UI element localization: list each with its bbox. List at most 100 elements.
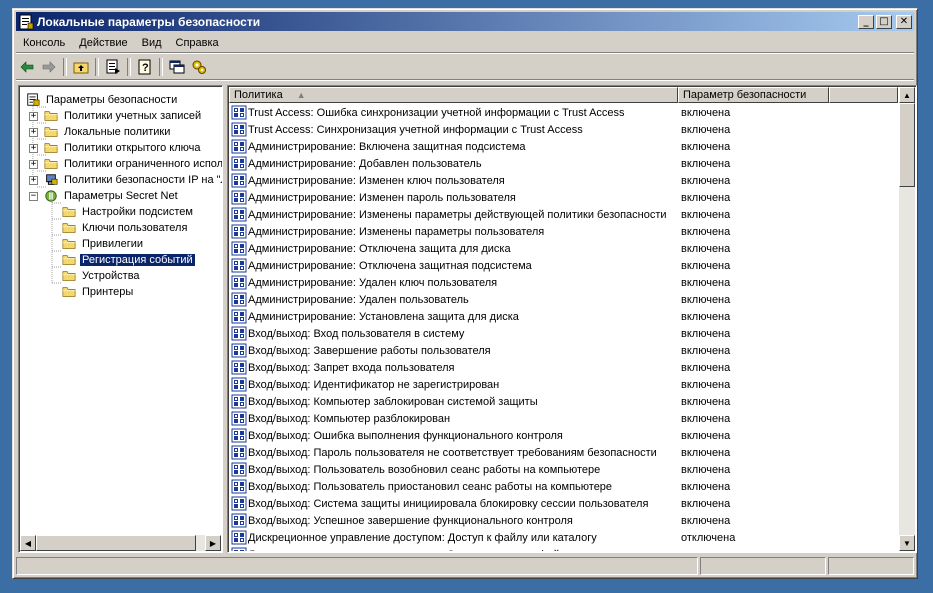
- policy-name: Администрирование: Удален ключ пользоват…: [248, 276, 498, 289]
- policy-row[interactable]: Дискреционное управление доступом: Досту…: [229, 529, 898, 546]
- maximize-button[interactable]: □: [876, 14, 892, 29]
- policy-row[interactable]: Вход/выход: Пользователь возобновил сеан…: [229, 461, 898, 478]
- sort-ascending-icon: ▲: [296, 90, 306, 100]
- policy-row[interactable]: Администрирование: Отключена защитная по…: [229, 257, 898, 274]
- scroll-down-button[interactable]: ▼: [899, 535, 915, 551]
- minimize-button[interactable]: _: [858, 14, 874, 29]
- column-header-policy[interactable]: Политика ▲: [229, 87, 678, 103]
- policy-icon: [231, 445, 247, 460]
- policy-row[interactable]: Администрирование: Изменены параметры по…: [229, 223, 898, 240]
- scroll-thumb[interactable]: [36, 535, 196, 551]
- policy-row[interactable]: Вход/выход: Компьютер заблокирован систе…: [229, 393, 898, 410]
- new-window-button[interactable]: [166, 56, 188, 78]
- policy-row[interactable]: Вход/выход: Идентификатор не зарегистрир…: [229, 376, 898, 393]
- menu-bar: Консоль Действие Вид Справка: [16, 33, 914, 53]
- up-folder-button[interactable]: [70, 56, 92, 78]
- toolbar-separator: [127, 58, 131, 76]
- title-bar[interactable]: Локальные параметры безопасности _ □ ✕: [16, 12, 914, 31]
- toolbar-separator: [95, 58, 99, 76]
- menu-action[interactable]: Действие: [72, 35, 134, 51]
- tree-item[interactable]: Параметры безопасности: [25, 92, 179, 108]
- column-header-label: Политика: [234, 89, 283, 101]
- policy-setting: включена: [681, 310, 731, 323]
- tree-item[interactable]: Политики ограниченного испол: [43, 156, 222, 172]
- policy-row[interactable]: Администрирование: Удален пользователь вк…: [229, 291, 898, 308]
- policy-row[interactable]: Вход/выход: Компьютер разблокирован включ…: [229, 410, 898, 427]
- console-tree[interactable]: Параметры безопасности Политики учетных з…: [18, 85, 223, 553]
- tree-item[interactable]: Локальные политики: [43, 124, 172, 140]
- tree-horizontal-scrollbar[interactable]: ◀ ▶: [20, 535, 221, 551]
- expand-icon[interactable]: +: [29, 160, 38, 169]
- scroll-thumb[interactable]: [899, 103, 915, 187]
- tree-item-label: Параметры безопасности: [46, 94, 178, 106]
- column-header-setting[interactable]: Параметр безопасности: [678, 87, 829, 103]
- properties-button[interactable]: [188, 56, 210, 78]
- policy-icon: [231, 190, 247, 205]
- details-list[interactable]: Политика ▲ Параметр безопасности Trust A…: [227, 85, 917, 553]
- menu-view[interactable]: Вид: [135, 35, 169, 51]
- help-button[interactable]: ?: [134, 56, 156, 78]
- policy-row[interactable]: Вход/выход: Завершение работы пользовате…: [229, 342, 898, 359]
- tree-item[interactable]: Настройки подсистем: [61, 204, 195, 220]
- expand-icon[interactable]: +: [29, 128, 38, 137]
- policy-row[interactable]: Trust Access: Синхронизация учетной инфо…: [229, 121, 898, 138]
- tree-item[interactable]: Принтеры: [61, 284, 135, 300]
- menu-console[interactable]: Консоль: [16, 35, 72, 51]
- list-header: Политика ▲ Параметр безопасности: [229, 87, 898, 103]
- policy-icon: [231, 122, 247, 137]
- arrow-down-icon: ▼: [903, 538, 911, 548]
- expand-icon[interactable]: +: [29, 144, 38, 153]
- tree-item[interactable]: Ключи пользователя: [61, 220, 189, 236]
- policy-row[interactable]: Вход/выход: Система защиты инициировала …: [229, 495, 898, 512]
- status-panel-main: [16, 557, 698, 575]
- tree-item[interactable]: Параметры Secret Net: [43, 188, 180, 204]
- policy-icon: [231, 207, 247, 222]
- tree-item[interactable]: Политики учетных записей: [43, 108, 203, 124]
- list-vertical-scrollbar[interactable]: ▲ ▼: [899, 87, 915, 551]
- tree-item[interactable]: Политики безопасности IP на "Л: [43, 172, 222, 188]
- close-button[interactable]: ✕: [896, 14, 912, 29]
- policy-row[interactable]: Администрирование: Удален ключ пользоват…: [229, 274, 898, 291]
- policy-row[interactable]: Администрирование: Включена защитная под…: [229, 138, 898, 155]
- folder-icon: [62, 255, 76, 265]
- policy-icon: [231, 411, 247, 426]
- policy-row[interactable]: Вход/выход: Вход пользователя в систему в…: [229, 325, 898, 342]
- expand-icon[interactable]: +: [29, 176, 38, 185]
- policy-row[interactable]: Вход/выход: Пользователь приостановил се…: [229, 478, 898, 495]
- policy-row[interactable]: Вход/выход: Пароль пользователя не соотв…: [229, 444, 898, 461]
- folder-icon: [62, 287, 76, 297]
- policy-row[interactable]: Администрирование: Изменены параметры де…: [229, 206, 898, 223]
- back-button[interactable]: [16, 56, 38, 78]
- tree-item-label: Политики открытого ключа: [64, 142, 201, 154]
- collapse-icon[interactable]: −: [29, 192, 38, 201]
- tree-item[interactable]: Политики открытого ключа: [43, 140, 202, 156]
- policy-name: Вход/выход: Завершение работы пользовате…: [248, 344, 491, 357]
- policy-row[interactable]: Вход/выход: Ошибка выполнения функционал…: [229, 427, 898, 444]
- scroll-up-button[interactable]: ▲: [899, 87, 915, 103]
- policy-row[interactable]: Администрирование: Отключена защита для …: [229, 240, 898, 257]
- policy-row[interactable]: Администрирование: Установлена защита дл…: [229, 308, 898, 325]
- policy-icon: [231, 360, 247, 375]
- scroll-left-button[interactable]: ◀: [20, 535, 36, 551]
- forward-button[interactable]: [38, 56, 60, 78]
- policy-row[interactable]: Trust Access: Ошибка синхронизации учетн…: [229, 104, 898, 121]
- policy-row[interactable]: Вход/выход: Запрет входа пользователя вкл…: [229, 359, 898, 376]
- tree-item[interactable]: Привилегии: [61, 236, 145, 252]
- policy-icon: [231, 343, 247, 358]
- folder-icon: [62, 239, 76, 249]
- tree-item[interactable]: Устройства: [61, 268, 142, 284]
- policy-icon: [231, 377, 247, 392]
- expand-icon[interactable]: +: [29, 112, 38, 121]
- policy-row[interactable]: Вход/выход: Успешное завершение функцион…: [229, 512, 898, 529]
- status-panel: [700, 557, 826, 575]
- menu-help[interactable]: Справка: [169, 35, 226, 51]
- policy-setting: включена: [681, 480, 731, 493]
- scroll-track[interactable]: [196, 535, 205, 551]
- policy-row[interactable]: Администрирование: Изменен пароль пользо…: [229, 189, 898, 206]
- policy-row[interactable]: Администрирование: Изменен ключ пользова…: [229, 172, 898, 189]
- policy-row[interactable]: Дискреционное управление доступом: Запре…: [229, 546, 898, 551]
- policy-row[interactable]: Администрирование: Добавлен пользователь…: [229, 155, 898, 172]
- scroll-right-button[interactable]: ▶: [205, 535, 221, 551]
- tree-item[interactable]: Регистрация событий: [61, 252, 196, 268]
- export-list-button[interactable]: [102, 56, 124, 78]
